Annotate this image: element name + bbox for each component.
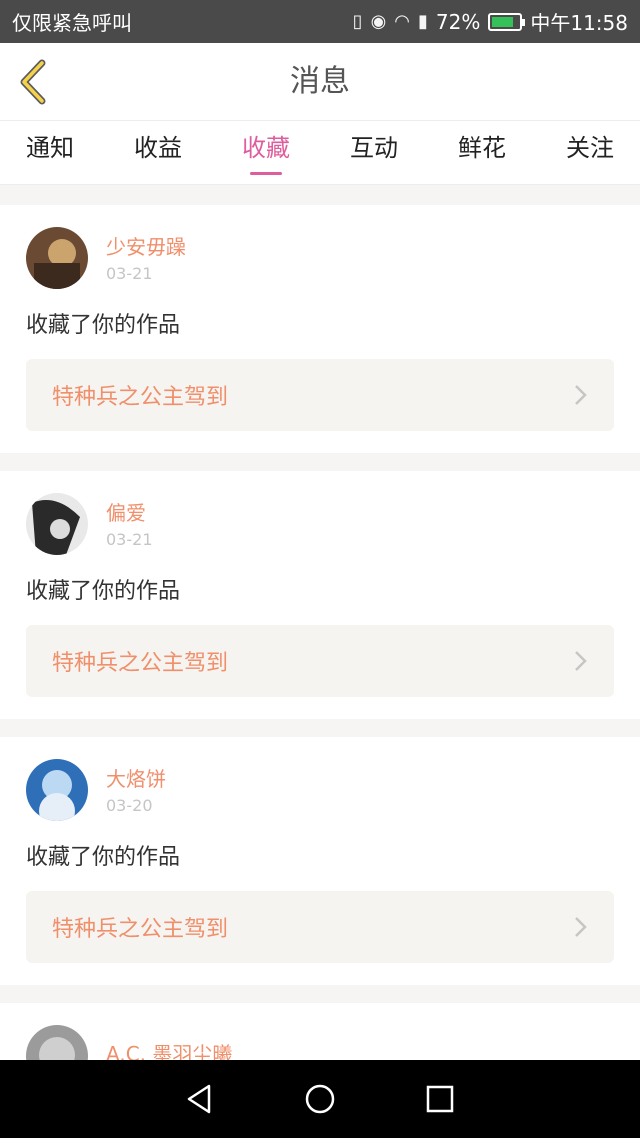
page-title: 消息: [290, 64, 350, 99]
message-card: 偏爱 03-21 收藏了你的作品 特种兵之公主驾到: [0, 471, 640, 719]
chevron-right-icon: [575, 385, 587, 405]
work-title: 特种兵之公主驾到: [52, 917, 229, 942]
message-text: 收藏了你的作品: [26, 579, 181, 604]
recents-square-icon[interactable]: [423, 1082, 457, 1116]
avatar[interactable]: [26, 227, 88, 289]
home-circle-icon[interactable]: [303, 1082, 337, 1116]
tab-follow[interactable]: 关注: [566, 121, 614, 185]
avatar[interactable]: [26, 759, 88, 821]
work-link[interactable]: 特种兵之公主驾到: [26, 625, 614, 697]
avatar[interactable]: [26, 1025, 88, 1060]
status-carrier-text: 仅限紧急呼叫: [12, 11, 132, 35]
message-card: 大烙饼 03-20 收藏了你的作品 特种兵之公主驾到: [0, 737, 640, 985]
work-link[interactable]: 特种兵之公主驾到: [26, 359, 614, 431]
battery-icon: [488, 12, 526, 31]
status-bar: 仅限紧急呼叫 ▯ ◉ ◠ ▮ 72% 中午11:58: [0, 0, 640, 43]
work-link[interactable]: 特种兵之公主驾到: [26, 891, 614, 963]
user-name[interactable]: A.C. 墨羽尘曦: [106, 1041, 232, 1060]
system-nav-bar: [0, 1060, 640, 1138]
work-title: 特种兵之公主驾到: [52, 651, 229, 676]
user-name[interactable]: 大烙饼: [106, 766, 166, 792]
message-card: A.C. 墨羽尘曦: [0, 1003, 640, 1060]
message-text: 收藏了你的作品: [26, 313, 181, 338]
avatar[interactable]: [26, 493, 88, 555]
nav-bar: 消息: [0, 43, 640, 121]
tab-notify[interactable]: 通知: [26, 121, 74, 185]
status-icons: ▯ ◉ ◠ ▮ 72% 中午11:58: [353, 7, 628, 36]
user-name[interactable]: 偏爱: [106, 500, 153, 526]
wifi-icon: ◠: [394, 11, 410, 32]
chevron-right-icon: [575, 651, 587, 671]
message-date: 03-21: [106, 529, 153, 549]
chevron-right-icon: [575, 917, 587, 937]
battery-percent: 72%: [435, 9, 481, 34]
tab-flowers[interactable]: 鲜花: [458, 121, 506, 185]
eye-icon: ◉: [370, 11, 387, 32]
user-name[interactable]: 少安毋躁: [106, 234, 186, 260]
back-triangle-icon[interactable]: [183, 1082, 217, 1116]
message-date: 03-21: [106, 263, 153, 283]
status-time: 中午11:58: [530, 11, 628, 35]
tab-interaction[interactable]: 互动: [350, 121, 398, 185]
tab-favorites[interactable]: 收藏: [242, 121, 290, 185]
message-card: 少安毋躁 03-21 收藏了你的作品 特种兵之公主驾到: [0, 205, 640, 453]
tab-bar: 通知 收益 收藏 互动 鲜花 关注: [0, 121, 640, 185]
work-title: 特种兵之公主驾到: [52, 385, 229, 410]
message-date: 03-20: [106, 795, 153, 815]
signal-icon: ▮: [418, 11, 428, 32]
message-list: 少安毋躁 03-21 收藏了你的作品 特种兵之公主驾到 偏爱 03-21 收藏了…: [0, 205, 640, 1060]
message-text: 收藏了你的作品: [26, 845, 181, 870]
vibrate-icon: ▯: [352, 11, 363, 32]
tab-income[interactable]: 收益: [134, 121, 182, 185]
